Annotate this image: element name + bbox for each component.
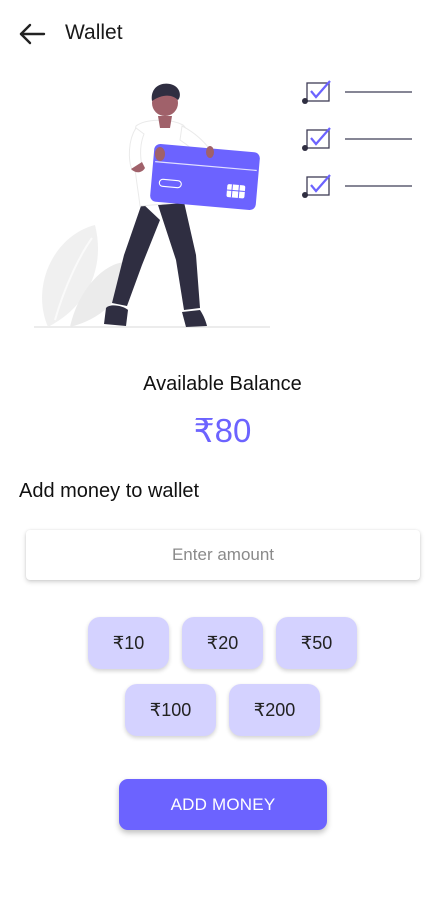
quick-amount-200-button[interactable]: ₹200: [229, 684, 320, 736]
quick-amount-10-button[interactable]: ₹10: [88, 617, 169, 669]
balance-amount: ₹80: [193, 412, 252, 449]
app-bar: Wallet: [0, 0, 445, 68]
add-money-title: Add money to wallet: [19, 480, 200, 502]
quick-amounts-row: ₹100 ₹200: [0, 684, 445, 736]
available-balance-label: Available Balance: [143, 373, 302, 395]
back-button[interactable]: [14, 18, 50, 50]
arrow-left-icon: [19, 23, 46, 45]
quick-amount-20-button[interactable]: ₹20: [182, 617, 263, 669]
quick-amount-50-button[interactable]: ₹50: [276, 617, 357, 669]
checklist-graphic: [302, 80, 412, 198]
page-title: Wallet: [65, 21, 123, 44]
amount-input[interactable]: [26, 530, 420, 580]
quick-amounts: ₹10 ₹20 ₹50 ₹100 ₹200: [0, 617, 445, 736]
person-figure: [104, 83, 260, 327]
quick-amount-100-button[interactable]: ₹100: [125, 684, 216, 736]
add-money-button[interactable]: ADD MONEY: [119, 779, 327, 830]
person-holding-credit-card-illustration: [34, 80, 412, 328]
quick-amounts-row: ₹10 ₹20 ₹50: [0, 617, 445, 669]
